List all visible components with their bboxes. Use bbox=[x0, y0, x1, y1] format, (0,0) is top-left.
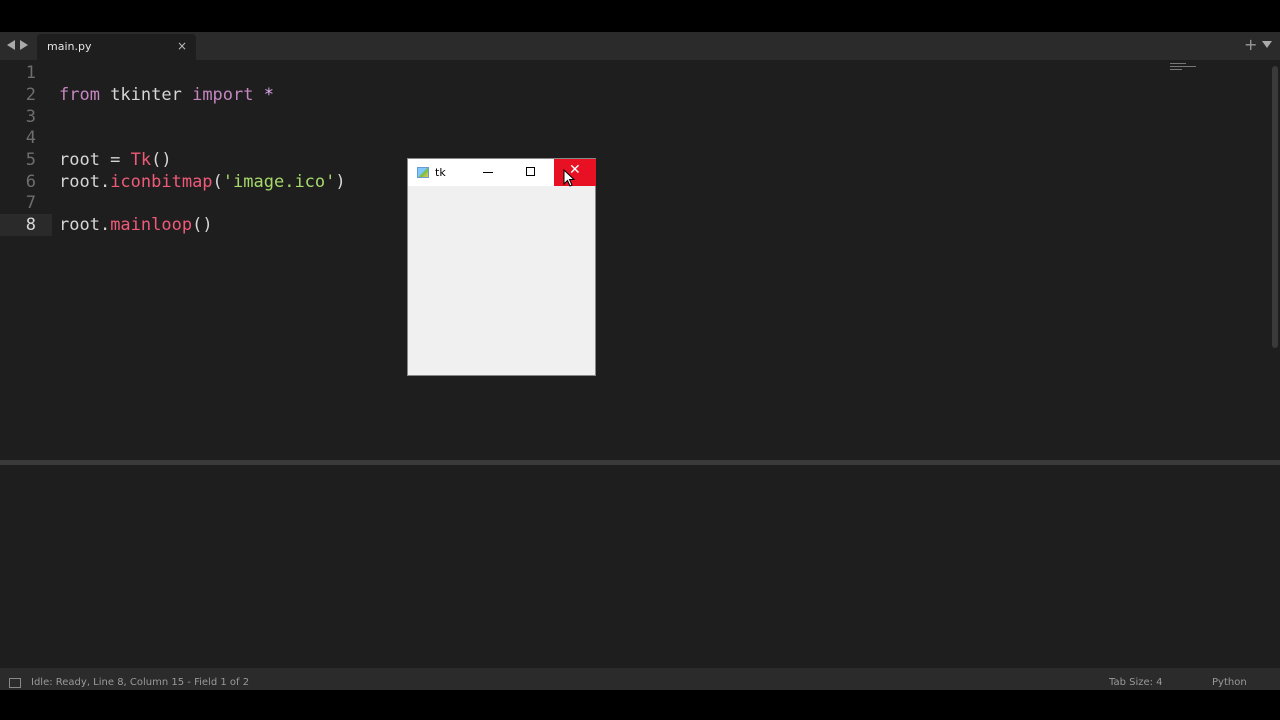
minimap[interactable] bbox=[1170, 63, 1198, 77]
code-line-2: from tkinter import * bbox=[59, 84, 274, 106]
close-icon[interactable]: × bbox=[177, 39, 187, 53]
module-name: tkinter bbox=[99, 85, 193, 105]
import-star: * bbox=[253, 85, 274, 105]
tk-window-title: tk bbox=[435, 166, 446, 179]
tab-main-py[interactable]: main.py × bbox=[37, 34, 196, 60]
code-line-8: root.mainloop() bbox=[59, 214, 213, 236]
object-ref: root. bbox=[59, 172, 111, 192]
line-number: 1 bbox=[25, 63, 36, 83]
keyword-from: from bbox=[59, 85, 100, 105]
vertical-scrollbar[interactable] bbox=[1272, 66, 1278, 348]
code-editor[interactable]: 1 2 3 4 5 6 7 8 from tkinter import * ro… bbox=[0, 60, 1280, 460]
code-line-5: root = Tk() bbox=[59, 149, 172, 171]
keyword-import: import bbox=[192, 85, 254, 105]
syntax-indicator[interactable]: Python bbox=[1212, 677, 1247, 688]
object-ref: root. bbox=[59, 215, 111, 235]
output-panel[interactable] bbox=[0, 465, 1280, 668]
plus-icon[interactable]: + bbox=[1244, 35, 1257, 55]
chevron-down-icon[interactable] bbox=[1262, 41, 1272, 48]
status-message: Idle: Ready, Line 8, Column 15 - Field 1… bbox=[31, 677, 250, 688]
assignment: root = bbox=[59, 150, 131, 170]
tab-size-indicator[interactable]: Tab Size: 4 bbox=[1109, 677, 1163, 688]
line-number: 3 bbox=[25, 107, 36, 127]
panel-toggle-icon[interactable] bbox=[9, 678, 21, 688]
call-parens: () bbox=[192, 215, 213, 235]
tk-app-icon bbox=[417, 167, 429, 178]
method-call: iconbitmap bbox=[110, 172, 213, 192]
call-parens: () bbox=[151, 150, 172, 170]
code-line-6: root.iconbitmap('image.ico') bbox=[59, 171, 346, 193]
video-letterbox-bottom bbox=[0, 690, 1280, 720]
minimize-icon[interactable] bbox=[483, 172, 493, 173]
line-number: 4 bbox=[25, 128, 36, 148]
line-number-active: 8 bbox=[25, 215, 36, 235]
tab-label: main.py bbox=[47, 40, 92, 53]
window-close-button[interactable]: ✕ bbox=[554, 159, 596, 186]
method-call: mainloop bbox=[110, 215, 193, 235]
video-letterbox-top bbox=[0, 0, 1280, 32]
line-number: 2 bbox=[25, 85, 36, 105]
forward-arrow-icon[interactable] bbox=[19, 39, 29, 51]
line-number: 6 bbox=[25, 172, 36, 192]
back-arrow-icon[interactable] bbox=[6, 39, 16, 51]
open-paren: ( bbox=[212, 172, 223, 192]
tk-window[interactable]: tk ✕ bbox=[407, 158, 596, 376]
function-call: Tk bbox=[130, 150, 152, 170]
status-bar: Idle: Ready, Line 8, Column 15 - Field 1… bbox=[0, 668, 1280, 690]
close-paren: ) bbox=[335, 172, 346, 192]
line-number: 5 bbox=[25, 150, 36, 170]
line-number: 7 bbox=[25, 193, 36, 213]
string-literal: 'image.ico' bbox=[222, 172, 336, 192]
maximize-icon[interactable] bbox=[526, 167, 535, 176]
